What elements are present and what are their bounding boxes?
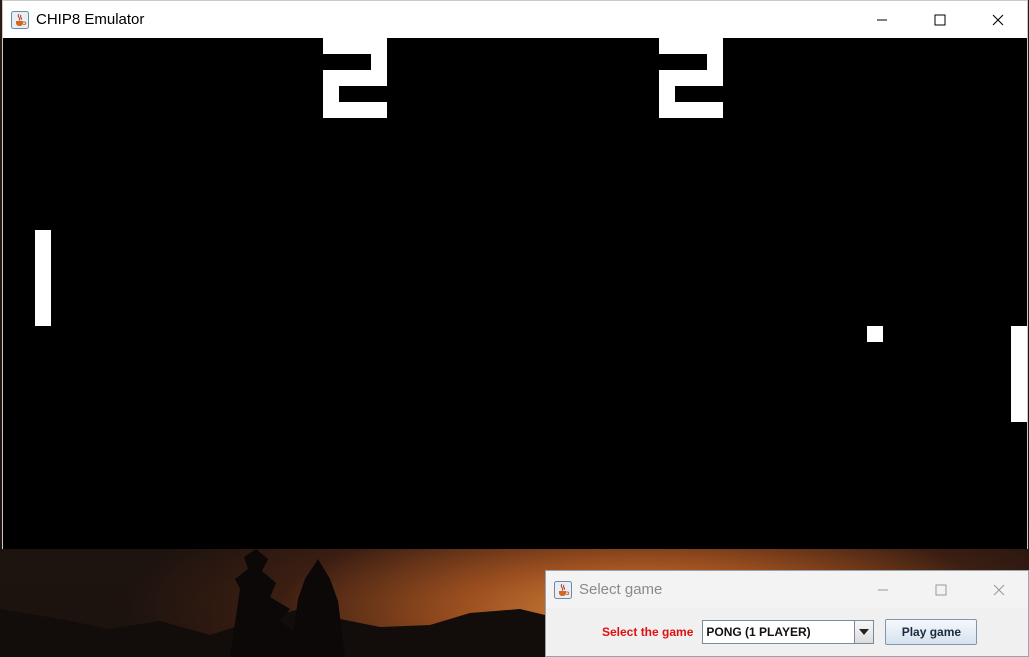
dialog-maximize-button[interactable]: [912, 571, 970, 608]
dialog-close-button[interactable]: [970, 571, 1028, 608]
java-cup-icon: [11, 10, 29, 29]
close-icon: [993, 584, 1005, 595]
right-paddle: [1011, 326, 1027, 422]
emulator-title: CHIP8 Emulator: [36, 11, 145, 28]
emulator-window: CHIP8 Emulator: [2, 0, 1028, 549]
dialog-body: Select the game PONG (1 PLAYER) Play gam…: [546, 608, 1028, 656]
chevron-down-icon: [859, 629, 870, 635]
minimize-icon: [877, 19, 887, 20]
dialog-titlebar[interactable]: Select game: [546, 571, 1028, 608]
close-icon: [992, 14, 1004, 25]
maximize-icon: [934, 14, 946, 25]
maximize-button[interactable]: [911, 1, 969, 38]
minimize-button[interactable]: [853, 1, 911, 38]
select-game-label: Select the game: [602, 625, 694, 639]
java-cup-icon: [554, 580, 572, 599]
maximize-icon: [935, 584, 947, 595]
minimize-icon: [878, 589, 888, 590]
game-select-combobox[interactable]: PONG (1 PLAYER): [702, 620, 875, 644]
dialog-title: Select game: [579, 581, 663, 598]
game-select-value: PONG (1 PLAYER): [706, 625, 811, 639]
dropdown-arrow-button[interactable]: [854, 621, 874, 643]
play-game-button[interactable]: Play game: [885, 619, 978, 645]
game-display[interactable]: [3, 38, 1027, 549]
dialog-minimize-button[interactable]: [854, 571, 912, 608]
ball: [867, 326, 883, 342]
emulator-titlebar[interactable]: CHIP8 Emulator: [3, 1, 1027, 38]
left-paddle: [35, 230, 51, 326]
select-game-dialog: Select game Select the game PONG (1 PLAY…: [545, 570, 1029, 657]
close-button[interactable]: [969, 1, 1027, 38]
